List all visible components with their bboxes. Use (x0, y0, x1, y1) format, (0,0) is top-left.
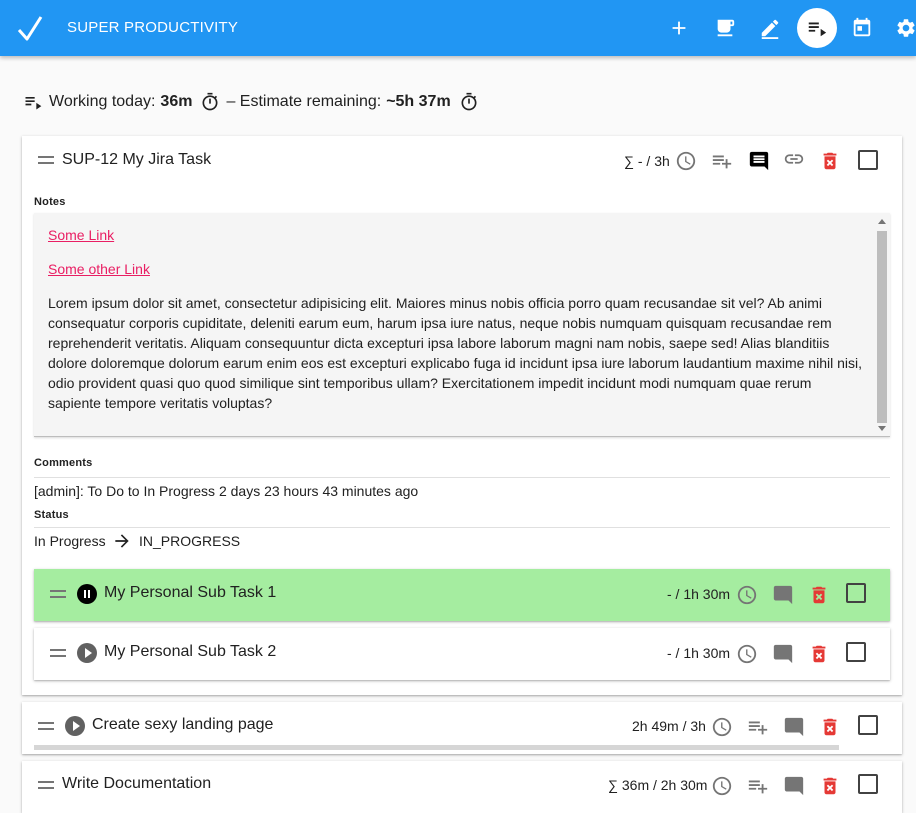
estimate-remaining-label: – Estimate remaining: (226, 93, 382, 110)
calendar-icon (853, 17, 871, 37)
task-card[interactable]: Create sexy landing page 2h 49m / 3h (22, 702, 902, 754)
arrow-right-icon (115, 534, 129, 548)
task-card[interactable]: SUP-12 My Jira Task ∑ - / 3h Notes Some … (22, 136, 902, 695)
clock-icon[interactable] (736, 584, 758, 606)
done-checkbox[interactable] (858, 774, 878, 794)
drag-handle[interactable] (50, 649, 66, 657)
scroll-thumb[interactable] (877, 231, 887, 423)
subtask-time[interactable]: - / 1h 30m (667, 586, 730, 602)
scroll-up-arrow-icon[interactable] (878, 219, 886, 224)
delete-icon[interactable] (819, 716, 841, 738)
notes-icon[interactable] (748, 150, 770, 172)
app-logo-icon (17, 16, 43, 41)
link-icon[interactable] (783, 148, 805, 170)
divider (34, 527, 890, 528)
working-today-value: 36m (160, 93, 193, 110)
plus-icon (672, 21, 686, 35)
scroll-down-arrow-icon[interactable] (878, 426, 886, 431)
task-title[interactable]: SUP-12 My Jira Task (62, 151, 211, 169)
status-from: In Progress (34, 533, 106, 549)
done-checkbox[interactable] (846, 642, 866, 662)
drag-handle[interactable] (50, 590, 66, 598)
task-time-estimate[interactable]: ∑ 36m / 2h 30m (608, 777, 707, 793)
drag-handle[interactable] (38, 156, 54, 164)
delete-icon[interactable] (808, 643, 830, 665)
working-today-label: Working today: (49, 93, 156, 110)
notes-icon[interactable] (772, 584, 794, 606)
comments-label: Comments (34, 457, 93, 469)
notes-icon[interactable] (783, 775, 805, 797)
notes-link[interactable]: Some Link (48, 225, 868, 245)
notes-scrollbar[interactable] (876, 217, 888, 433)
work-view: Working today: 36m – Estimate remaining:… (2, 56, 916, 813)
delete-icon[interactable] (819, 150, 841, 172)
subtask-card-active[interactable]: My Personal Sub Task 1 - / 1h 30m (34, 569, 890, 621)
notes-textarea[interactable]: Some Link Some other Link Lorem ipsum do… (34, 213, 890, 437)
add-subtask-icon[interactable] (711, 150, 733, 172)
drag-handle[interactable] (38, 781, 54, 789)
edit-button[interactable] (752, 10, 788, 46)
gear-icon (897, 19, 915, 37)
schedule-button[interactable] (844, 10, 880, 46)
clock-icon[interactable] (711, 716, 733, 738)
app-title: SUPER PRODUCTIVITY (67, 19, 239, 36)
subtask-card[interactable]: My Personal Sub Task 2 - / 1h 30m (34, 628, 890, 680)
notes-icon[interactable] (772, 643, 794, 665)
clock-icon[interactable] (736, 643, 758, 665)
status-label: Status (34, 509, 69, 521)
pencil-icon (761, 19, 779, 39)
task-time-estimate[interactable]: ∑ - / 3h (624, 153, 670, 169)
estimate-remaining-value: ~5h 37m (386, 93, 451, 110)
done-checkbox[interactable] (858, 150, 878, 170)
task-title[interactable]: Create sexy landing page (92, 716, 273, 734)
subtask-title[interactable]: My Personal Sub Task 1 (104, 584, 276, 602)
status-to: IN_PROGRESS (139, 533, 241, 549)
delete-icon[interactable] (819, 775, 841, 797)
delete-icon[interactable] (808, 584, 830, 606)
playlist-play-icon (808, 22, 827, 37)
clock-icon[interactable] (711, 775, 733, 797)
play-icon[interactable] (77, 643, 97, 663)
play-icon[interactable] (65, 716, 85, 736)
add-subtask-icon[interactable] (747, 716, 769, 738)
notes-link[interactable]: Some other Link (48, 259, 868, 279)
task-card[interactable]: Write Documentation ∑ 36m / 2h 30m (22, 761, 902, 813)
settings-button[interactable] (888, 10, 916, 46)
done-checkbox[interactable] (846, 583, 866, 603)
clock-icon[interactable] (675, 150, 697, 172)
comment-text: [admin]: To Do to In Progress 2 days 23 … (34, 483, 419, 499)
add-subtask-icon[interactable] (747, 775, 769, 797)
break-button[interactable] (707, 10, 743, 46)
top-app-bar: SUPER PRODUCTIVITY (0, 0, 916, 56)
notes-icon[interactable] (783, 716, 805, 738)
drag-handle[interactable] (38, 722, 54, 730)
coffee-icon (717, 19, 735, 37)
add-task-button[interactable] (661, 10, 697, 46)
work-view-button[interactable] (797, 8, 837, 48)
playlist-icon (25, 97, 42, 110)
subtask-title[interactable]: My Personal Sub Task 2 (104, 643, 276, 661)
task-title[interactable]: Write Documentation (62, 775, 211, 793)
task-time-estimate[interactable]: 2h 49m / 3h (632, 718, 706, 734)
notes-label: Notes (34, 196, 66, 208)
divider (34, 477, 890, 478)
notes-text: Lorem ipsum dolor sit amet, consectetur … (48, 295, 862, 411)
subtask-time[interactable]: - / 1h 30m (667, 645, 730, 661)
time-progress-bar (34, 745, 839, 750)
pause-icon[interactable] (77, 584, 97, 604)
work-summary: Working today: 36m – Estimate remaining:… (23, 92, 479, 112)
timer-icon (461, 92, 477, 111)
done-checkbox[interactable] (858, 715, 878, 735)
timer-icon (202, 92, 218, 111)
